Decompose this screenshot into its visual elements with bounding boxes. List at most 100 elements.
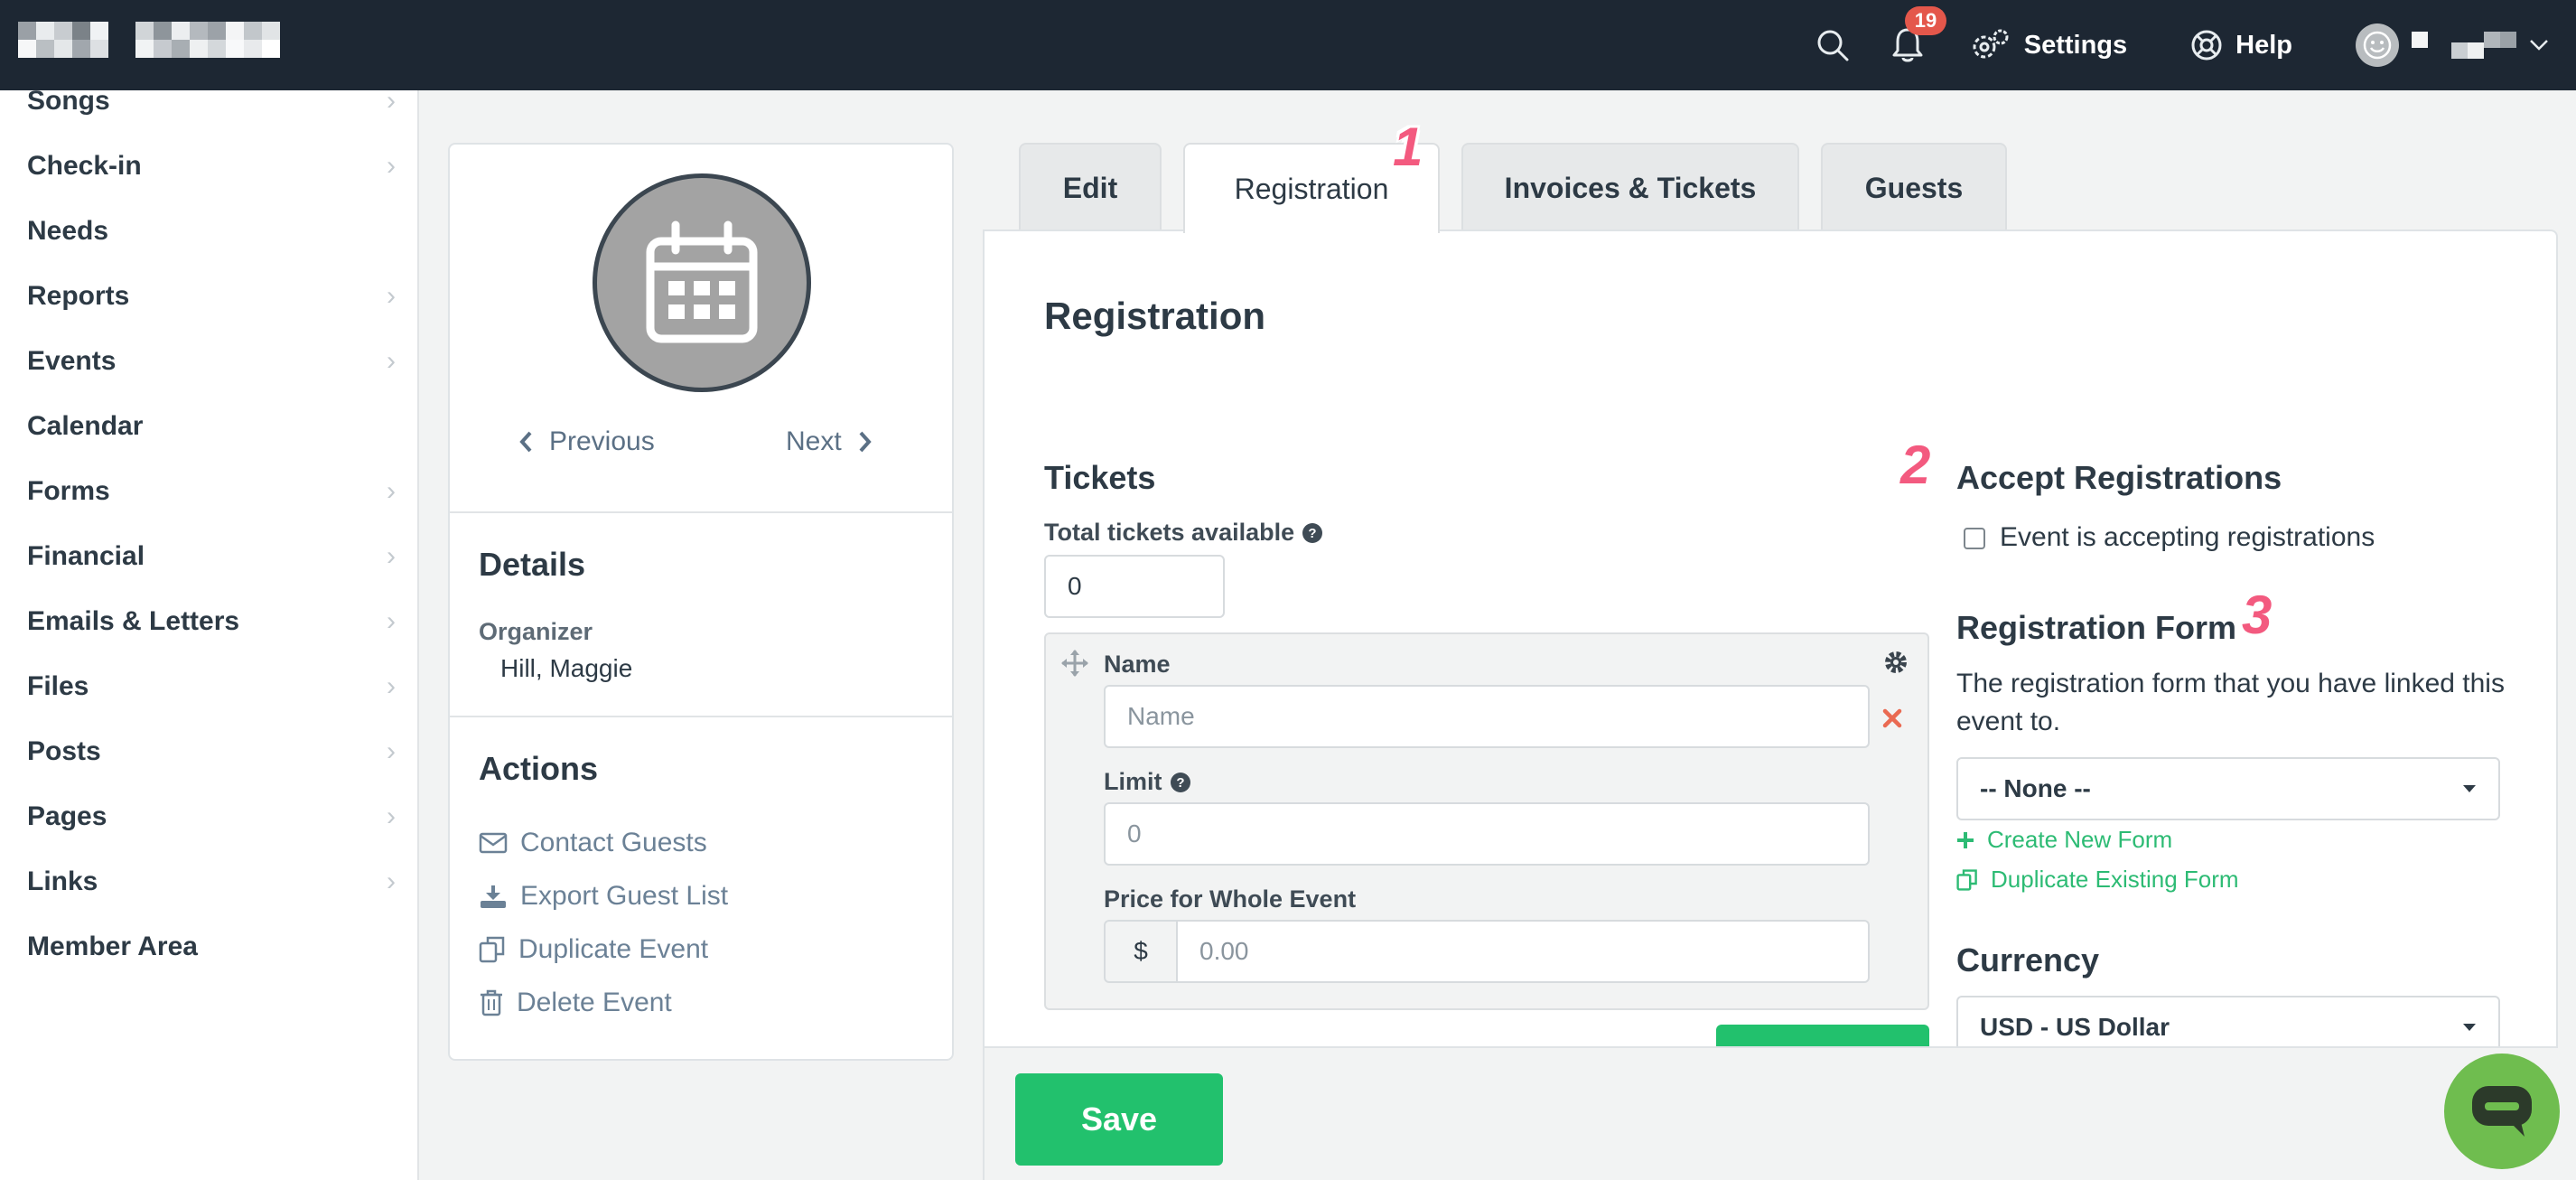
accept-registrations-checkbox[interactable] — [1964, 528, 1985, 549]
action-label: Delete Event — [517, 988, 672, 1017]
divider — [450, 511, 952, 513]
blurred-logo[interactable] — [18, 22, 280, 40]
download-icon — [481, 885, 506, 908]
chevron-right-icon — [859, 431, 872, 453]
sidebar-item-events[interactable]: Events › — [0, 329, 417, 394]
sidebar-item-label: Pages — [27, 801, 107, 831]
tickets-heading: Tickets — [1044, 459, 1156, 496]
tab-label: Edit — [1062, 171, 1118, 204]
total-tickets-label: Total tickets available ? — [1044, 519, 1323, 547]
help-circle-icon[interactable]: ? — [1170, 772, 1191, 793]
chevron-right-icon: › — [387, 541, 396, 571]
gear-icon[interactable] — [1882, 649, 1909, 676]
ticket-price-input[interactable]: 0.00 — [1176, 920, 1870, 983]
duplicate-existing-form-link[interactable]: Duplicate Existing Form — [1956, 866, 2239, 894]
sidebar-item-label: Forms — [27, 476, 110, 506]
accept-registrations-heading: Accept Registrations — [1956, 459, 2282, 496]
sidebar-item-label: Member Area — [27, 932, 198, 961]
select-value: -- None -- — [1980, 774, 2091, 802]
sidebar-item-member-area[interactable]: Member Area — [0, 914, 417, 979]
total-tickets-label-text: Total tickets available — [1044, 519, 1295, 546]
svg-text:?: ? — [1176, 775, 1184, 791]
sidebar-item-calendar[interactable]: Calendar — [0, 394, 417, 459]
notification-count-badge: 19 — [1904, 6, 1947, 35]
chevron-right-icon: › — [387, 866, 396, 896]
next-label: Next — [786, 426, 842, 456]
copy-icon — [479, 936, 505, 963]
help-link[interactable]: Help — [2190, 29, 2292, 61]
save-button[interactable]: Save — [1015, 1073, 1223, 1166]
sidebar-item-links[interactable]: Links › — [0, 849, 417, 914]
chevron-right-icon: › — [387, 346, 396, 376]
chat-bubble-icon — [2472, 1086, 2532, 1137]
blurred-logo-row-2 — [18, 40, 280, 58]
registration-form-select[interactable]: -- None -- — [1956, 757, 2500, 820]
settings-link[interactable]: Settings — [1970, 27, 2127, 63]
sidebar-item-forms[interactable]: Forms › — [0, 459, 417, 524]
ticket-limit-label-text: Limit — [1104, 768, 1162, 795]
ticket-type-card: Name Name Limit ? 0 Price for Whole Even… — [1044, 632, 1929, 1010]
chevron-right-icon: › — [387, 151, 396, 181]
panel-title: Registration — [1044, 295, 1266, 337]
step-marker-3: 3 — [2242, 585, 2273, 645]
tab-guests[interactable]: Guests — [1821, 143, 2007, 231]
smiley-avatar-icon — [2356, 23, 2399, 67]
next-event-link[interactable]: Next — [786, 426, 873, 457]
move-handle-icon[interactable] — [1060, 649, 1089, 678]
remove-x-icon[interactable] — [1882, 708, 1902, 728]
sidebar-item-emails-letters[interactable]: Emails & Letters › — [0, 589, 417, 654]
create-new-form-link[interactable]: Create New Form — [1956, 826, 2172, 854]
sidebar-item-reports[interactable]: Reports › — [0, 264, 417, 329]
trash-icon — [481, 989, 502, 1016]
ticket-limit-input[interactable]: 0 — [1104, 802, 1870, 866]
sidebar-item-pages[interactable]: Pages › — [0, 784, 417, 849]
sidebar-item-needs[interactable]: Needs — [0, 199, 417, 264]
ticket-name-input[interactable]: Name — [1104, 685, 1870, 748]
sidebar-item-check-in[interactable]: Check-in › — [0, 134, 417, 199]
event-summary-card: Previous Next Details Organizer Hill, Ma… — [448, 143, 954, 1061]
sidebar-item-financial[interactable]: Financial › — [0, 524, 417, 589]
gears-icon — [1973, 29, 2009, 59]
user-menu[interactable] — [2356, 23, 2549, 67]
chat-launcher-button[interactable] — [2444, 1054, 2560, 1169]
currency-select[interactable]: USD - US Dollar — [1956, 996, 2500, 1046]
add-ticket-button[interactable] — [1716, 1025, 1929, 1046]
ticket-name-label: Name — [1104, 651, 1171, 678]
chevron-right-icon: › — [387, 86, 396, 116]
ticket-price-label: Price for Whole Event — [1104, 885, 1357, 913]
registration-panel: Registration Tickets Total tickets avail… — [983, 229, 2558, 1048]
sidebar-item-label: Files — [27, 671, 89, 701]
duplicate-existing-form-label: Duplicate Existing Form — [1991, 866, 2239, 893]
create-new-form-label: Create New Form — [1987, 826, 2173, 853]
previous-event-link[interactable]: Previous — [518, 426, 655, 457]
total-tickets-input[interactable]: 0 — [1044, 555, 1225, 618]
sidebar-item-label: Links — [27, 866, 98, 896]
tab-invoices-tickets[interactable]: Invoices & Tickets — [1461, 143, 1799, 231]
form-footer: Save — [983, 1046, 2576, 1180]
sidebar-item-label: Posts — [27, 736, 101, 766]
sidebar-item-posts[interactable]: Posts › — [0, 719, 417, 784]
notifications-bell-icon[interactable]: 19 — [1890, 6, 1947, 64]
search-icon[interactable] — [1815, 27, 1851, 63]
copy-icon — [1956, 868, 1977, 891]
export-guest-list-action[interactable]: Export Guest List — [479, 881, 728, 912]
sidebar-item-songs[interactable]: Songs › — [0, 69, 417, 134]
delete-event-action[interactable]: Delete Event — [479, 988, 672, 1018]
select-value: USD - US Dollar — [1980, 1013, 2170, 1041]
envelope-icon — [479, 832, 508, 854]
accept-registrations-label[interactable]: Event is accepting registrations — [2000, 519, 2375, 557]
chevron-right-icon: › — [387, 736, 396, 766]
action-label: Duplicate Event — [518, 934, 709, 964]
tab-edit[interactable]: Edit — [1019, 143, 1162, 231]
chevron-left-icon — [519, 431, 532, 453]
sidebar-item-label: Calendar — [27, 411, 144, 441]
blurred-username — [2412, 32, 2516, 59]
help-circle-icon[interactable]: ? — [1302, 522, 1323, 544]
sidebar-item-label: Check-in — [27, 151, 142, 181]
currency-heading: Currency — [1956, 941, 2100, 979]
sidebar-item-files[interactable]: Files › — [0, 654, 417, 719]
sidebar-navigation: Songs › Check-in › Needs Reports › Event… — [0, 86, 419, 1180]
contact-guests-action[interactable]: Contact Guests — [479, 828, 707, 858]
duplicate-event-action[interactable]: Duplicate Event — [479, 934, 708, 965]
ticket-limit-label: Limit ? — [1104, 768, 1191, 796]
